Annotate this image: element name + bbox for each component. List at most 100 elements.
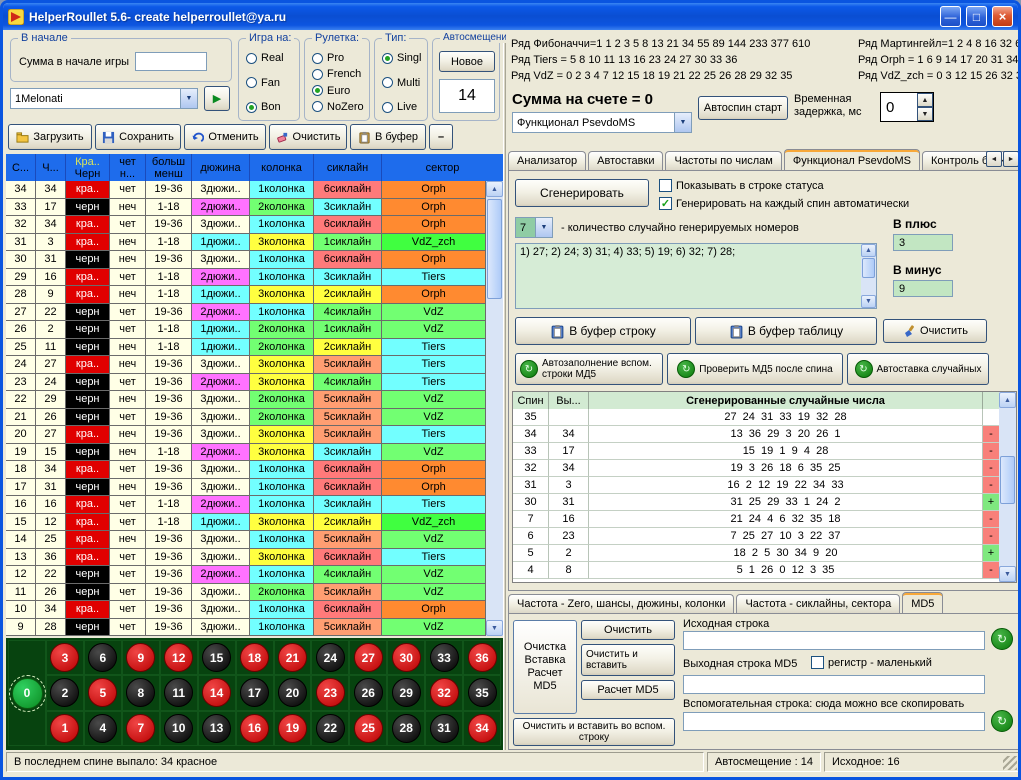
- tab-Частота - Zero, шансы, дюжины, колонки[interactable]: Частота - Zero, шансы, дюжины, колонки: [508, 594, 734, 613]
- tab-Функционал PsevdoMS[interactable]: Функционал PsevdoMS: [784, 149, 920, 170]
- scroll-up-icon[interactable]: ▲: [999, 392, 1016, 408]
- history-row[interactable]: 1834кра..чет19-363дюжи..1колонка6сиклайн…: [6, 461, 486, 479]
- wheel-number-0[interactable]: 0: [8, 640, 46, 746]
- wheel-number-17[interactable]: 17: [236, 675, 274, 710]
- wheel-number-2[interactable]: 2: [46, 675, 84, 710]
- scroll-thumb[interactable]: [862, 258, 875, 278]
- save-button[interactable]: Сохранить: [95, 124, 181, 150]
- wheel-number-33[interactable]: 33: [425, 640, 463, 675]
- wheel-number-3[interactable]: 3: [46, 640, 84, 675]
- history-row[interactable]: 2324чернчет19-362дюжи..3колонка4сиклайнT…: [6, 374, 486, 392]
- history-row[interactable]: 1512кра..чет1-181дюжи..3колонка2сиклайнV…: [6, 514, 486, 532]
- wheel-number-20[interactable]: 20: [274, 675, 312, 710]
- radio-multi[interactable]: Multi: [382, 77, 421, 89]
- history-row[interactable]: 2916кра..чет1-182дюжи..1колонка3сиклайнT…: [6, 269, 486, 287]
- aux-string-input[interactable]: [683, 712, 985, 731]
- history-row[interactable]: 1425кра..неч19-363дюжи..1колонка5сиклайн…: [6, 531, 486, 549]
- scroll-thumb[interactable]: [487, 199, 502, 299]
- check-md5-button[interactable]: ↻ Проверить МД5 после спина: [667, 353, 843, 385]
- radio-pro[interactable]: Pro: [312, 52, 364, 64]
- preset-combo[interactable]: 1Melonati ▼: [10, 88, 198, 109]
- header-dozen[interactable]: дюжина: [192, 154, 250, 181]
- md5-calc-button[interactable]: Расчет MD5: [581, 680, 675, 700]
- header-column[interactable]: колонка: [250, 154, 314, 181]
- tab-Частота - сиклайны, сектора[interactable]: Частота - сиклайны, сектора: [736, 594, 900, 613]
- tab-Частоты по числам[interactable]: Частоты по числам: [665, 151, 781, 170]
- start-sum-input[interactable]: [135, 52, 207, 71]
- wheel-number-27[interactable]: 27: [349, 640, 387, 675]
- resize-grip[interactable]: [1003, 756, 1017, 770]
- collapse-button[interactable]: –: [429, 124, 453, 150]
- header-win[interactable]: Вы...: [549, 392, 589, 409]
- buffer-row-button[interactable]: В буфер строку: [515, 317, 691, 345]
- wheel-number-4[interactable]: 4: [84, 711, 122, 746]
- history-row[interactable]: 3317черннеч1-182дюжи..2колонка3сиклайнOr…: [6, 199, 486, 217]
- gen-row[interactable]: 485 1 26 0 12 3 35-: [513, 562, 999, 579]
- wheel-number-26[interactable]: 26: [349, 675, 387, 710]
- chevron-down-icon[interactable]: ▼: [535, 218, 552, 237]
- new-button[interactable]: Новое: [439, 51, 495, 72]
- radio-singl[interactable]: Singl: [382, 52, 421, 64]
- wheel-number-21[interactable]: 21: [274, 640, 312, 675]
- history-row[interactable]: 262чернчет1-181дюжи..2колонка1сиклайнVdZ: [6, 321, 486, 339]
- generated-numbers-area[interactable]: 1) 27; 2) 24; 3) 31; 4) 33; 5) 19; 6) 32…: [515, 243, 877, 309]
- history-row[interactable]: 1731черннеч19-363дюжи..1колонка6сиклайнO…: [6, 479, 486, 497]
- radio-euro[interactable]: Euro: [312, 85, 364, 97]
- count-combo[interactable]: 7 ▼: [515, 217, 553, 238]
- scroll-down-icon[interactable]: ▼: [999, 566, 1016, 582]
- chevron-down-icon[interactable]: ▼: [674, 113, 691, 132]
- history-row[interactable]: 2229черннеч19-363дюжи..2колонка5сиклайнV…: [6, 391, 486, 409]
- wheel-number-31[interactable]: 31: [425, 711, 463, 746]
- clear-generated-button[interactable]: Очистить: [883, 319, 987, 343]
- spin-down-icon[interactable]: ▼: [917, 107, 933, 121]
- header-spin[interactable]: Спин: [513, 392, 549, 409]
- header-range[interactable]: больш менш: [146, 154, 192, 181]
- history-row[interactable]: 2126чернчет19-363дюжи..2колонка5сиклайнV…: [6, 409, 486, 427]
- radio-real[interactable]: Real: [246, 52, 284, 64]
- radio-nozero[interactable]: NoZero: [312, 101, 364, 113]
- header-sixline[interactable]: сиклайн: [314, 154, 382, 181]
- header-spin[interactable]: С...: [6, 154, 36, 181]
- wheel-number-25[interactable]: 25: [349, 711, 387, 746]
- show-in-status-checkbox[interactable]: [659, 179, 672, 192]
- header-color[interactable]: Кра.. Черн: [66, 154, 110, 181]
- wheel-number-5[interactable]: 5: [84, 675, 122, 710]
- output-string-input[interactable]: [683, 675, 985, 694]
- chevron-down-icon[interactable]: ▼: [180, 89, 197, 108]
- wheel-number-35[interactable]: 35: [463, 675, 501, 710]
- wheel-number-7[interactable]: 7: [122, 711, 160, 746]
- history-row[interactable]: 2722чернчет19-362дюжи..1колонка4сиклайнV…: [6, 304, 486, 322]
- history-row[interactable]: 289кра..неч1-181дюжи..3колонка2сиклайнOr…: [6, 286, 486, 304]
- gen-row[interactable]: 303131 25 29 33 1 24 2+: [513, 494, 999, 511]
- wheel-number-22[interactable]: 22: [311, 711, 349, 746]
- radio-bon[interactable]: Bon: [246, 101, 284, 113]
- gen-row[interactable]: 5218 2 5 30 34 9 20+: [513, 545, 999, 562]
- gen-row[interactable]: 331715 19 1 9 4 28-: [513, 443, 999, 460]
- tab-Анализатор[interactable]: Анализатор: [508, 151, 586, 170]
- gen-row[interactable]: 71621 24 4 6 32 35 18-: [513, 511, 999, 528]
- gen-row[interactable]: 3527 24 31 33 19 32 28: [513, 409, 999, 426]
- close-button[interactable]: ×: [992, 6, 1013, 27]
- copy-aux-button[interactable]: ↻: [991, 710, 1013, 732]
- radio-french[interactable]: French: [312, 68, 364, 80]
- radio-live[interactable]: Live: [382, 101, 421, 113]
- scroll-thumb[interactable]: [1000, 456, 1015, 504]
- wheel-number-19[interactable]: 19: [274, 711, 312, 746]
- radio-fan[interactable]: Fan: [246, 77, 284, 89]
- header-number[interactable]: Ч...: [36, 154, 66, 181]
- titlebar[interactable]: HelperRoullet 5.6- create helperroullet@…: [3, 3, 1018, 30]
- wheel-number-9[interactable]: 9: [122, 640, 160, 675]
- function-combo[interactable]: Функционал PsevdoMS ▼: [512, 112, 692, 133]
- numbers-scrollbar[interactable]: ▲ ▼: [861, 244, 876, 308]
- source-string-input[interactable]: [683, 631, 985, 650]
- gen-row[interactable]: 6237 25 27 10 3 22 37-: [513, 528, 999, 545]
- tab-Автоставки[interactable]: Автоставки: [588, 151, 663, 170]
- maximize-button[interactable]: □: [966, 6, 987, 27]
- autofill-md5-button[interactable]: ↻ Автозаполнение вспом. строки МД5: [515, 353, 663, 385]
- wheel-number-34[interactable]: 34: [463, 711, 501, 746]
- spin-up-icon[interactable]: ▲: [917, 93, 933, 107]
- wheel-number-16[interactable]: 16: [236, 711, 274, 746]
- history-row[interactable]: 928чернчет19-363дюжи..1колонка5сиклайнVd…: [6, 619, 486, 637]
- gen-row[interactable]: 323419 3 26 18 6 35 25-: [513, 460, 999, 477]
- wheel-number-24[interactable]: 24: [311, 640, 349, 675]
